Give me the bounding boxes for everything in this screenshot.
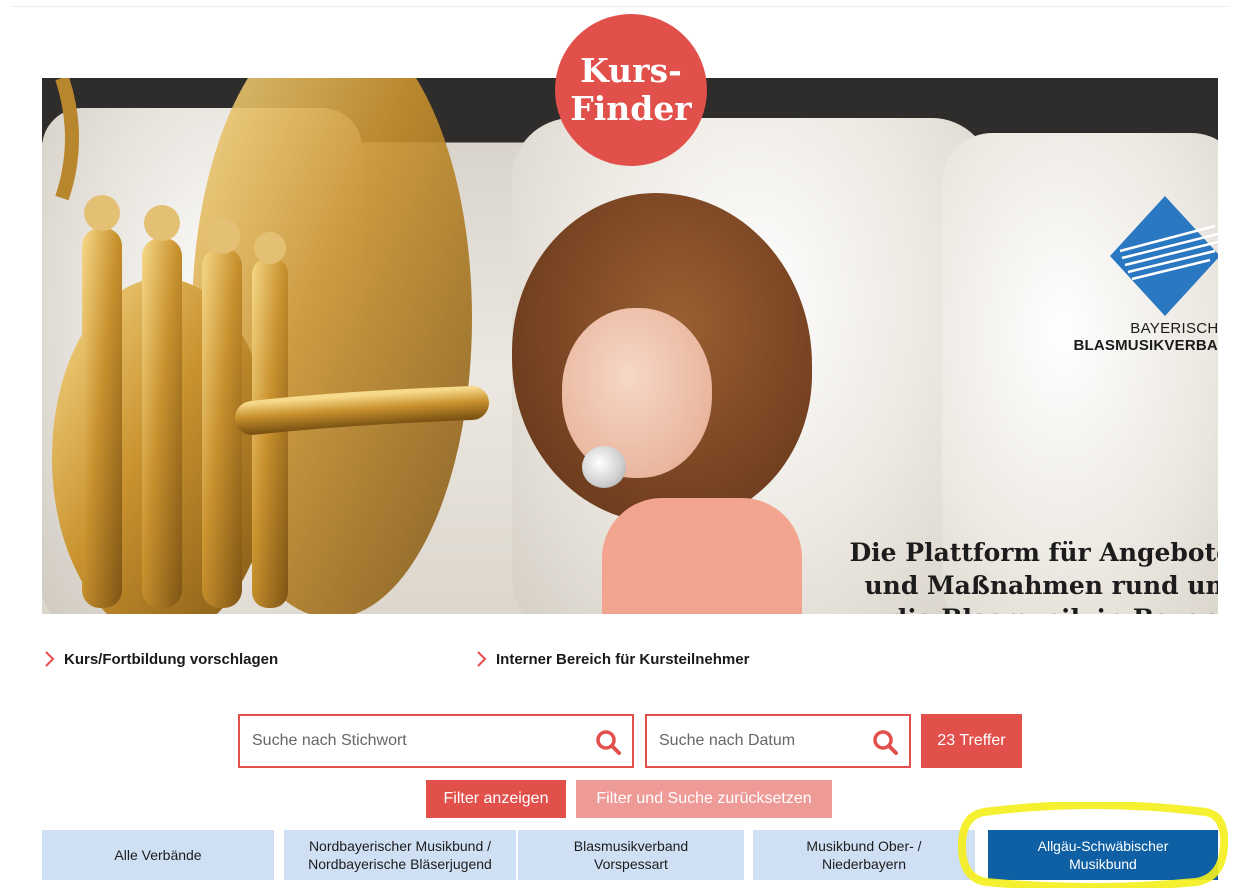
suggest-course-label: Kurs/Fortbildung vorschlagen: [64, 650, 279, 668]
hero-photo-child-body: [602, 498, 802, 614]
chevron-right-icon: [45, 651, 55, 667]
date-search-input[interactable]: [647, 716, 857, 766]
magnifier-icon[interactable]: [871, 728, 899, 756]
results-count-button[interactable]: 23 Treffer: [921, 714, 1022, 768]
bbmv-logo-mark: [1110, 196, 1218, 316]
hero-claim-line: die Blasmusik in Bayern: [782, 602, 1218, 614]
tab-ober-niederbayern[interactable]: Musikbund Ober- / Niederbayern: [753, 830, 975, 880]
tab-alle-verbaende[interactable]: Alle Verbände: [42, 830, 274, 880]
association-tabs: Alle Verbände Nordbayerischer Musikbund …: [42, 830, 1218, 880]
hero-photo-mouthpiece: [582, 446, 626, 488]
reset-filter-button[interactable]: Filter und Suche zurücksetzen: [576, 780, 832, 818]
hero-photo-tuba: [52, 78, 489, 614]
hero-claim: Die Plattform für Angebote und Maßnahmen…: [782, 536, 1218, 614]
kurs-finder-badge: Kurs- Finder: [555, 14, 707, 166]
tab-nordbayerischer-musikbund[interactable]: Nordbayerischer Musikbund / Nordbayerisc…: [284, 830, 516, 880]
tab-allgaeu-schwaebischer-musikbund[interactable]: Allgäu-Schwäbischer Musikbund: [988, 830, 1218, 880]
date-search-box: [645, 714, 911, 768]
hero-claim-line: und Maßnahmen rund um: [864, 571, 1218, 600]
chevron-right-icon: [477, 651, 487, 667]
logo-text-bottom: BLASMUSIKVERBAND: [1073, 337, 1218, 354]
magnifier-icon[interactable]: [594, 728, 622, 756]
hero-claim-line: Die Plattform für Angebote: [849, 538, 1218, 567]
top-divider: [10, 6, 1230, 7]
internal-area-link[interactable]: Interner Bereich für Kursteilnehmer: [474, 650, 749, 668]
bbmv-logo: BAYERISCHER BLASMUSIKVERBAND: [1050, 196, 1218, 356]
hero-photo-child-face: [562, 308, 712, 478]
keyword-search-input[interactable]: [240, 716, 580, 766]
internal-area-label: Interner Bereich für Kursteilnehmer: [496, 650, 750, 668]
show-filter-button[interactable]: Filter anzeigen: [426, 780, 566, 818]
keyword-search-box: [238, 714, 634, 768]
logo-text-top: BAYERISCHER: [1130, 320, 1218, 337]
suggest-course-link[interactable]: Kurs/Fortbildung vorschlagen: [42, 650, 278, 668]
tab-vorspessart[interactable]: Blasmusikverband Vorspessart: [518, 830, 744, 880]
quick-links: Kurs/Fortbildung vorschlagen Interner Be…: [42, 650, 1218, 672]
